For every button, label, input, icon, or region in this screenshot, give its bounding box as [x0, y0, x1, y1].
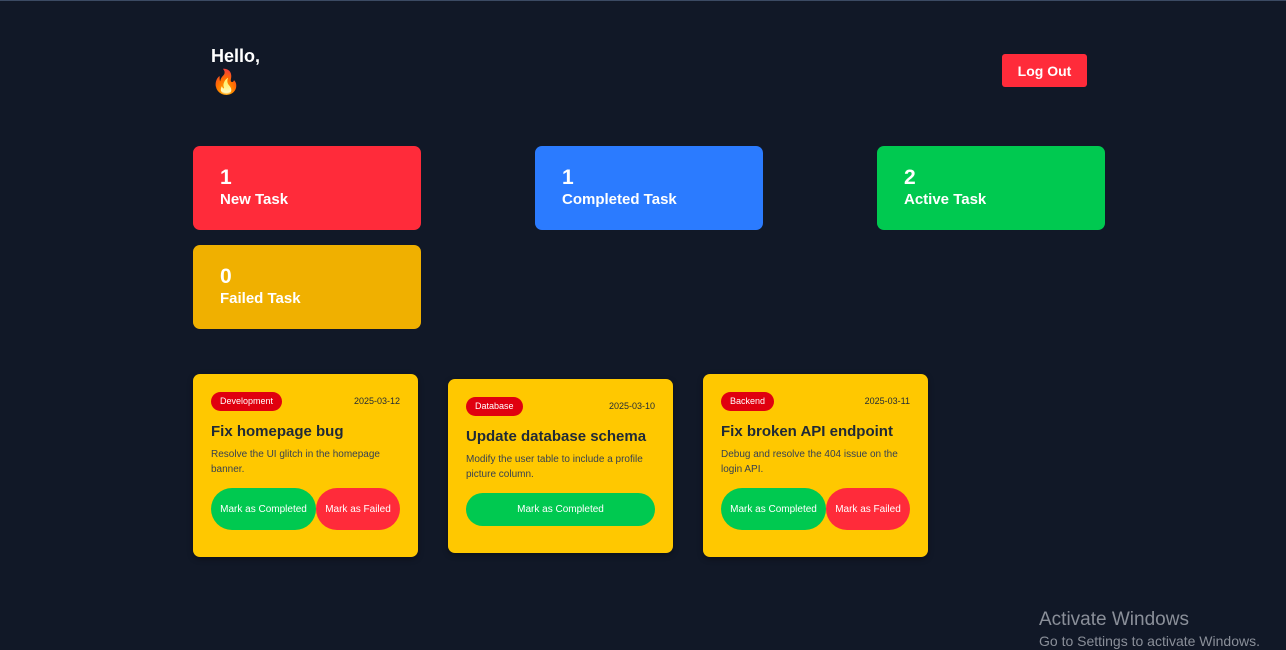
- task-description: Modify the user table to include a profi…: [466, 454, 643, 480]
- logout-button[interactable]: Log Out: [1002, 54, 1087, 87]
- stat-card-completed: 1 Completed Task: [535, 146, 763, 230]
- mark-completed-button[interactable]: Mark as Completed: [211, 488, 316, 530]
- stat-label: Failed Task: [220, 290, 301, 307]
- stat-card-failed: 0 Failed Task: [193, 245, 421, 329]
- task-date: 2025-03-12: [353, 396, 400, 406]
- task-card: Development 2025-03-12 Fix homepage bug …: [193, 374, 418, 557]
- stat-card-new: 1 New Task: [193, 146, 421, 230]
- task-title: Fix homepage bug: [211, 423, 344, 440]
- task-date: 2025-03-11: [864, 396, 910, 406]
- mark-completed-button[interactable]: Mark as Completed: [721, 488, 826, 530]
- category-badge: Development: [211, 391, 283, 411]
- stat-label: New Task: [220, 191, 289, 208]
- stat-card-active: 2 Active Task: [877, 146, 1105, 230]
- task-title: Fix broken API endpoint: [721, 423, 893, 440]
- task-description: Resolve the UI glitch in the homepage ba…: [211, 449, 380, 475]
- top-border: [0, 0, 1286, 1]
- stat-count: 0: [220, 265, 232, 288]
- stat-count: 1: [220, 166, 232, 189]
- watermark-subtitle: Go to Settings to activate Windows.: [1039, 633, 1260, 649]
- mark-failed-button[interactable]: Mark as Failed: [316, 488, 400, 530]
- greeting-text: Hello,: [211, 46, 261, 66]
- windows-activation-watermark: Activate Windows Go to Settings to activ…: [1039, 608, 1260, 650]
- task-description: Debug and resolve the 404 issue on the l…: [721, 449, 898, 475]
- stat-label: Active Task: [904, 191, 987, 208]
- greeting: Hello, 🔥: [211, 45, 260, 98]
- watermark-title: Activate Windows: [1039, 609, 1189, 630]
- task-title: Update database schema: [466, 428, 647, 445]
- mark-completed-button[interactable]: Mark as Completed: [466, 493, 655, 526]
- task-card: Backend 2025-03-11 Fix broken API endpoi…: [703, 374, 928, 557]
- stat-label: Completed Task: [562, 191, 677, 208]
- task-card: Database 2025-03-10 Update database sche…: [448, 379, 673, 553]
- fire-emoji-icon: 🔥: [211, 69, 241, 96]
- task-date: 2025-03-10: [608, 401, 655, 411]
- mark-failed-button[interactable]: Mark as Failed: [826, 488, 910, 530]
- stat-count: 2: [904, 166, 916, 189]
- category-badge: Backend: [721, 391, 775, 411]
- stat-count: 1: [562, 166, 574, 189]
- category-badge: Database: [466, 396, 523, 416]
